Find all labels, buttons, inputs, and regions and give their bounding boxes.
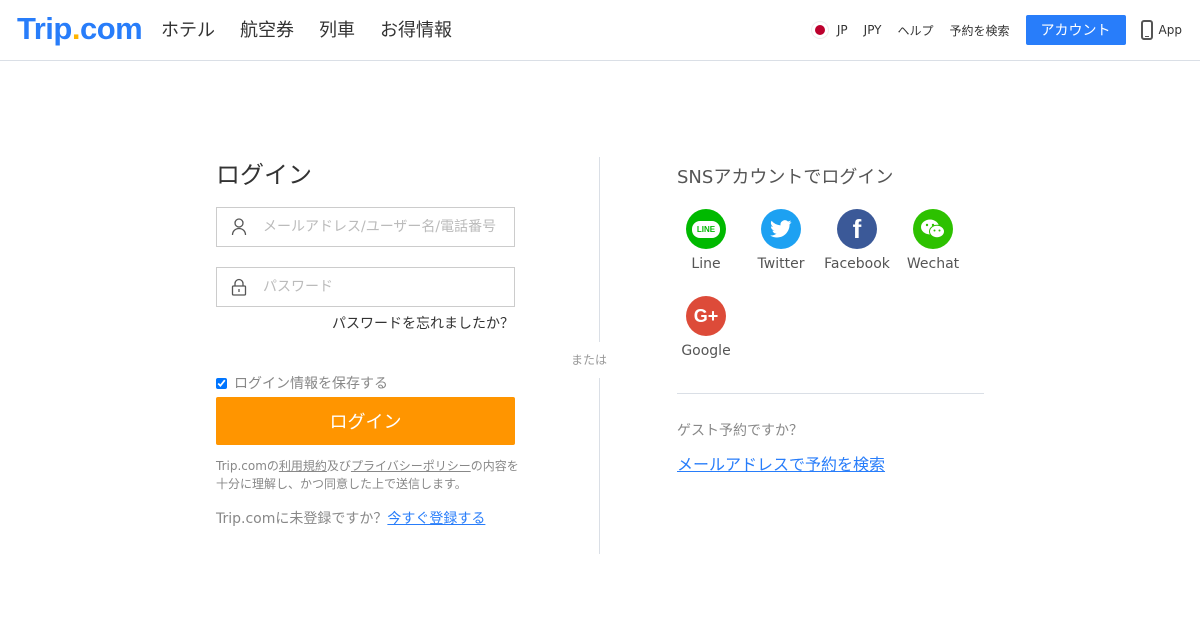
nav-flights[interactable]: 航空券	[240, 19, 294, 43]
terms-prefix: Trip.comの	[216, 459, 279, 473]
login-title: ログイン	[216, 161, 312, 189]
sns-login-title: SNSアカウントでログイン	[677, 167, 894, 188]
terms-notice: Trip.comの利用規約及びプライバシーポリシーの内容を十分に理解し、かつ同意…	[216, 457, 526, 493]
remember-me-label: ログイン情報を保存する	[234, 376, 388, 392]
guest-booking-question: ゲスト予約ですか？	[677, 423, 803, 439]
account-button[interactable]: アカウント	[1025, 15, 1126, 45]
login-submit-button[interactable]: ログイン	[216, 397, 515, 445]
main-nav: ホテル 航空券 列車 お得情報	[161, 19, 477, 43]
mobile-phone-icon	[1140, 20, 1153, 40]
google-plus-icon: G+	[686, 296, 726, 336]
sns-facebook-label: Facebook	[824, 256, 890, 272]
sns-line-button[interactable]: LINE Line	[666, 209, 746, 272]
help-link[interactable]: ヘルプ	[898, 22, 934, 39]
currency-selector[interactable]: JPY	[864, 23, 882, 37]
app-label: App	[1158, 23, 1182, 37]
sns-wechat-label: Wechat	[906, 256, 960, 272]
lock-icon	[231, 278, 247, 296]
line-icon: LINE	[686, 209, 726, 249]
search-booking-link[interactable]: 予約を検索	[950, 22, 1010, 39]
sns-google-label: Google	[681, 343, 731, 359]
privacy-policy-link[interactable]: プライバシーポリシー	[351, 459, 471, 473]
logo-dot-text: .	[71, 11, 81, 46]
forgot-password-link[interactable]: パスワードを忘れましたか？	[332, 313, 514, 333]
trip-logo[interactable]: Trip.com	[17, 11, 143, 46]
remember-me-checkbox[interactable]	[216, 377, 227, 389]
username-field[interactable]	[216, 207, 515, 247]
line-icon-glyph: LINE	[691, 220, 721, 238]
password-field[interactable]	[216, 267, 515, 307]
app-link[interactable]: App	[1140, 20, 1182, 40]
google-plus-glyph: G+	[693, 305, 719, 326]
remember-me[interactable]: ログイン情報を保存する	[216, 373, 388, 393]
register-question: Trip.comに未登録ですか？	[216, 511, 388, 527]
divider-line-bottom	[599, 378, 600, 554]
sns-wechat-button[interactable]: Wechat	[893, 209, 973, 272]
register-prompt: Trip.comに未登録ですか？今すぐ登録する	[216, 508, 485, 528]
or-divider-text: または	[571, 353, 608, 367]
facebook-icon: f	[837, 209, 877, 249]
sns-facebook-button[interactable]: f Facebook	[817, 209, 897, 272]
nav-deals[interactable]: お得情報	[380, 19, 452, 43]
username-input[interactable]	[263, 219, 503, 235]
password-input[interactable]	[263, 279, 503, 295]
facebook-icon-glyph: f	[852, 213, 862, 244]
top-header: Trip.com ホテル 航空券 列車 お得情報 JP JPY ヘルプ 予約を検…	[0, 0, 1200, 61]
nav-hotels[interactable]: ホテル	[161, 19, 215, 43]
sns-twitter-label: Twitter	[757, 256, 805, 272]
wechat-icon	[913, 209, 953, 249]
sns-line-label: Line	[691, 256, 721, 272]
twitter-icon	[761, 209, 801, 249]
japan-flag-icon[interactable]	[814, 25, 825, 35]
logo-tail-text: com	[79, 11, 143, 46]
terms-and: 及び	[326, 459, 351, 473]
logo-main-text: Trip	[17, 11, 72, 46]
locale-selector[interactable]: JP	[837, 23, 848, 37]
header-tools: JP JPY ヘルプ 予約を検索 アカウント App	[814, 15, 1182, 45]
nav-trains[interactable]: 列車	[319, 19, 355, 43]
guest-search-by-email-link[interactable]: メールアドレスで予約を検索	[677, 451, 885, 475]
sns-twitter-button[interactable]: Twitter	[741, 209, 821, 272]
user-icon	[231, 218, 247, 236]
sns-divider	[677, 393, 984, 394]
register-link[interactable]: 今すぐ登録する	[387, 511, 485, 527]
terms-of-use-link[interactable]: 利用規約	[279, 459, 327, 473]
sns-google-button[interactable]: G+ Google	[666, 296, 746, 359]
divider-line-top	[599, 157, 600, 342]
